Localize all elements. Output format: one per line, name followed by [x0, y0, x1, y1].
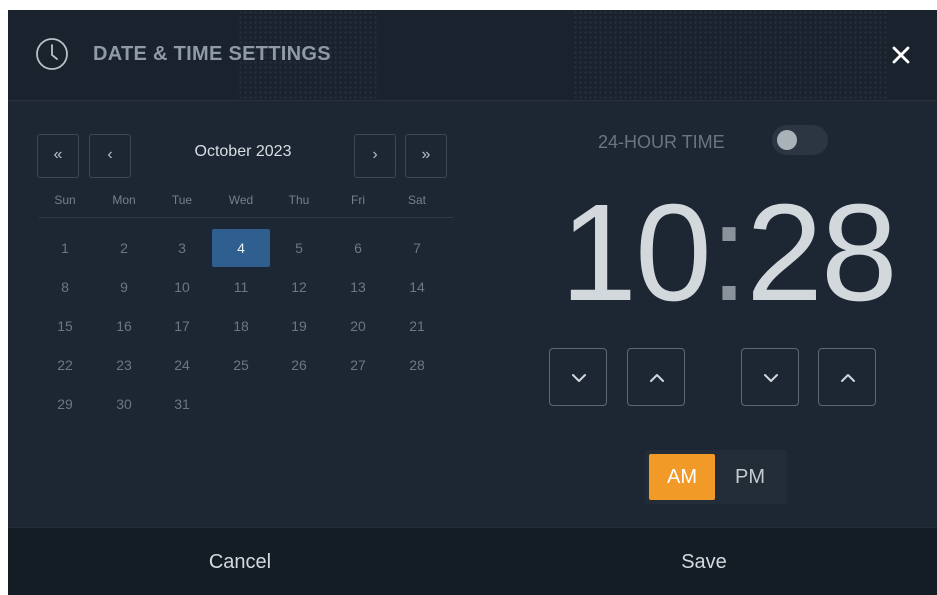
weekday-label: Wed	[228, 193, 254, 207]
calendar-day[interactable]: 6	[329, 229, 387, 267]
calendar-day[interactable]: 17	[153, 307, 211, 345]
minute-decrement-button[interactable]	[741, 348, 799, 406]
header-texture	[573, 10, 888, 100]
calendar-day[interactable]: 26	[270, 346, 328, 384]
chevron-down-icon	[764, 374, 778, 382]
calendar-day[interactable]: 7	[388, 229, 446, 267]
calendar-day[interactable]: 11	[212, 268, 270, 306]
toggle-knob	[777, 130, 797, 150]
close-icon[interactable]	[888, 42, 914, 68]
minutes-value: 28	[746, 176, 897, 330]
24-hour-toggle-label: 24-HOUR TIME	[598, 132, 725, 152]
calendar-day[interactable]: 15	[36, 307, 94, 345]
dialog-footer: Cancel Save	[8, 527, 937, 595]
am-button[interactable]: AM	[649, 454, 715, 500]
calendar-day[interactable]: 23	[95, 346, 153, 384]
calendar-day-selected[interactable]: 4	[212, 229, 270, 267]
prev-year-button[interactable]: «	[37, 134, 79, 178]
weekday-label: Sat	[407, 193, 426, 207]
prev-month-button[interactable]: ‹	[89, 134, 131, 178]
weekday-label: Mon	[112, 193, 136, 207]
am-pm-selector: AM PM	[645, 450, 787, 504]
clock-icon	[36, 38, 68, 70]
hour-increment-button[interactable]	[627, 348, 685, 406]
calendar-day[interactable]: 21	[388, 307, 446, 345]
calendar-day[interactable]: 18	[212, 307, 270, 345]
calendar-day[interactable]: 5	[270, 229, 328, 267]
calendar-day[interactable]: 19	[270, 307, 328, 345]
chevron-up-icon	[650, 374, 664, 382]
calendar-day[interactable]: 3	[153, 229, 211, 267]
calendar-day[interactable]: 8	[36, 268, 94, 306]
weekday-label: Tue	[171, 193, 193, 207]
calendar-day[interactable]: 14	[388, 268, 446, 306]
calendar-day[interactable]: 24	[153, 346, 211, 384]
24-hour-toggle[interactable]	[772, 125, 828, 155]
pm-button[interactable]: PM	[717, 454, 783, 500]
save-button[interactable]: Save	[472, 528, 936, 595]
calendar-day[interactable]: 20	[329, 307, 387, 345]
calendar-day[interactable]: 30	[95, 385, 153, 423]
calendar-divider	[39, 217, 453, 218]
minute-increment-button[interactable]	[818, 348, 876, 406]
chevron-up-icon	[841, 374, 855, 382]
calendar-day[interactable]: 31	[153, 385, 211, 423]
calendar-day[interactable]: 29	[36, 385, 94, 423]
calendar-day[interactable]: 10	[153, 268, 211, 306]
calendar-day[interactable]: 1	[36, 229, 94, 267]
month-label: October 2023	[194, 143, 292, 160]
calendar-day[interactable]: 9	[95, 268, 153, 306]
chevron-down-icon	[572, 374, 586, 382]
weekday-label: Thu	[288, 193, 310, 207]
calendar-day[interactable]: 27	[329, 346, 387, 384]
calendar-day[interactable]: 13	[329, 268, 387, 306]
cancel-button[interactable]: Cancel	[8, 528, 472, 595]
hour-decrement-button[interactable]	[549, 348, 607, 406]
dialog-header: DATE & TIME SETTINGS	[8, 10, 937, 101]
calendar-day[interactable]: 22	[36, 346, 94, 384]
next-year-button[interactable]: »	[405, 134, 447, 178]
date-time-dialog: DATE & TIME SETTINGS « ‹ October 2023 › …	[8, 10, 937, 595]
calendar-day[interactable]: 28	[388, 346, 446, 384]
hours-value: 10	[560, 176, 711, 330]
calendar-day[interactable]: 25	[212, 346, 270, 384]
calendar-day[interactable]: 16	[95, 307, 153, 345]
weekday-label: Fri	[351, 193, 365, 207]
time-separator: :	[709, 176, 748, 330]
calendar-day[interactable]: 12	[270, 268, 328, 306]
dialog-title: DATE & TIME SETTINGS	[93, 43, 331, 65]
calendar-day[interactable]: 2	[95, 229, 153, 267]
time-display: 10:28	[528, 178, 928, 328]
weekday-label: Sun	[54, 193, 76, 207]
next-month-button[interactable]: ›	[354, 134, 396, 178]
